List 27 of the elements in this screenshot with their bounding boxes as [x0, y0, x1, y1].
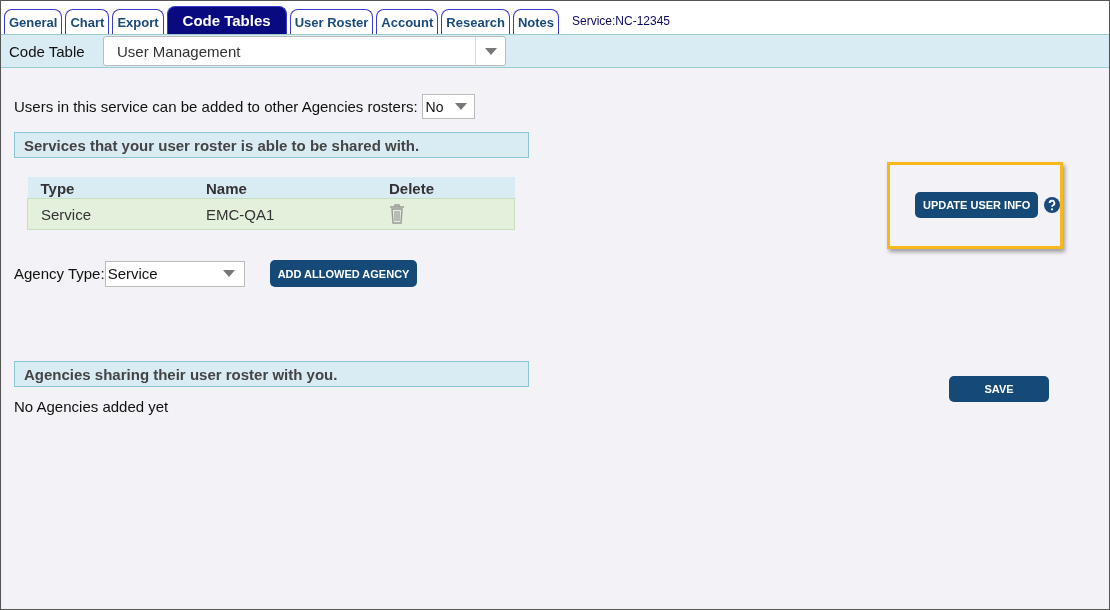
service-label: Service:NC-12345: [572, 13, 671, 28]
add-allowed-agency-button[interactable]: ADD ALLOWED AGENCY: [269, 260, 418, 287]
tab[interactable]: General: [4, 9, 63, 34]
update-user-info-button[interactable]: UPDATE USER INFO: [915, 192, 1039, 218]
help-icon[interactable]: [1044, 197, 1061, 213]
tab[interactable]: Research: [441, 9, 510, 34]
field-label: Users in this service can be added to other Agencies rosters:: [14, 98, 418, 115]
section-header: Services that your user roster is able to be shared with.: [14, 132, 529, 158]
tab[interactable]: Account: [376, 9, 439, 34]
field-label: Agency Type:: [14, 265, 105, 282]
save-button[interactable]: SAVE: [949, 376, 1049, 402]
agency-type-dropdown[interactable]: Service: [104, 260, 245, 287]
table-cell: Service: [27, 198, 193, 230]
column-header: Name: [193, 177, 376, 199]
tab[interactable]: Chart: [65, 9, 110, 34]
tab[interactable]: User Roster: [289, 9, 374, 34]
share-dropdown[interactable]: No: [421, 94, 475, 119]
tab[interactable]: Notes: [512, 9, 559, 34]
code-table-dropdown[interactable]: User Management: [103, 36, 506, 66]
column-header: Delete: [376, 177, 515, 199]
tab[interactable]: Code Tables: [166, 6, 287, 34]
column-header: Type: [27, 177, 193, 199]
tab[interactable]: Export: [112, 9, 164, 34]
empty-message: No Agencies added yet: [14, 398, 170, 415]
table-cell: EMC-QA1: [193, 198, 376, 230]
field-label: Code Table: [9, 42, 86, 60]
section-header: Agencies sharing their user roster with you.: [14, 361, 529, 387]
